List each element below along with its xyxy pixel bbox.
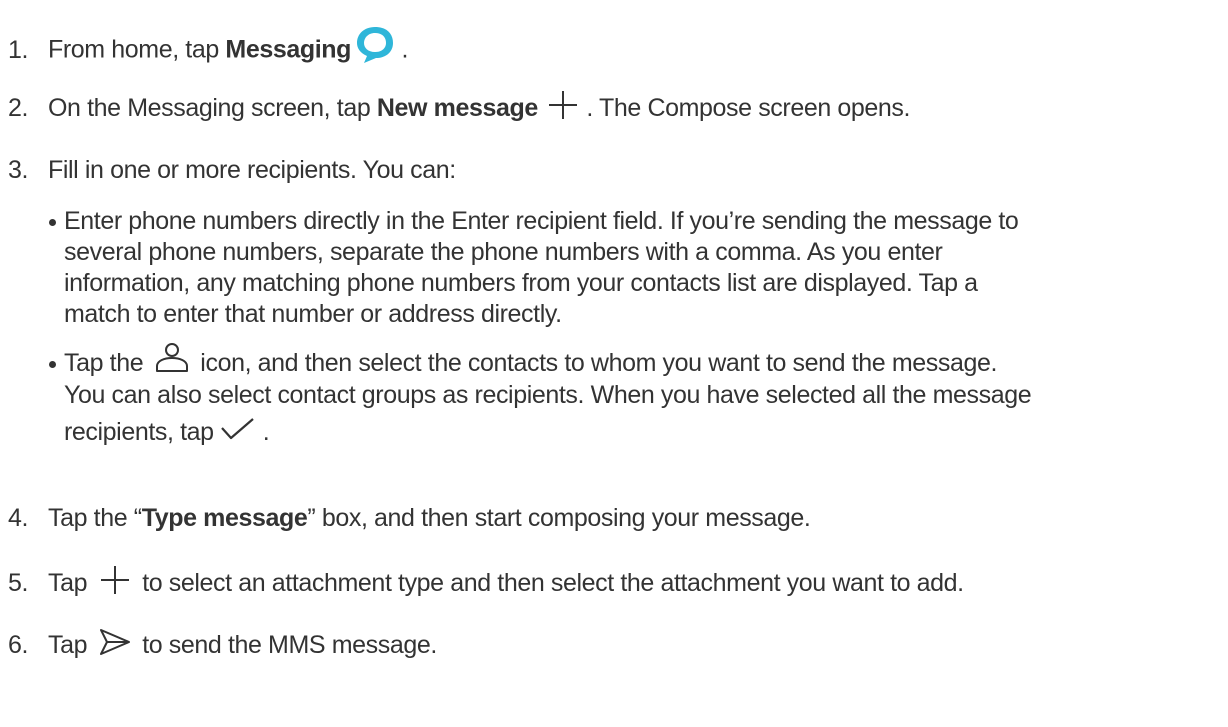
bullet-text: Tap the xyxy=(64,349,150,377)
step-number: 1. xyxy=(8,35,29,64)
step-text: Tap the “ xyxy=(48,504,142,532)
plus-icon xyxy=(98,565,132,595)
bullet-line: several phone numbers, separate the phon… xyxy=(64,238,943,266)
step-number: 5. xyxy=(8,569,29,597)
step-text-end: . The Compose screen opens. xyxy=(579,94,911,122)
step-number: 6. xyxy=(8,631,29,659)
bullet-text: . xyxy=(256,418,270,447)
step-3: 3. Fill in one or more recipients. You ca… xyxy=(8,155,456,185)
bullet-line: You can also select contact groups as re… xyxy=(64,381,1032,410)
bullet-item: Enter phone numbers directly in the Ente… xyxy=(48,206,1208,330)
step-1: 1. From home, tap Messaging . xyxy=(8,27,409,71)
step-text-end: . xyxy=(395,35,409,64)
bullet-line: information, any matching phone numbers … xyxy=(64,269,978,297)
person-icon xyxy=(152,342,192,374)
instructions-page: 1. From home, tap Messaging . 2. On the Me… xyxy=(0,0,1228,727)
bullet-text: icon, and then select the contacts to wh… xyxy=(193,349,998,377)
step-text-end: ” box, and then start composing your mes… xyxy=(307,504,811,532)
step-text: Tap xyxy=(48,569,94,597)
bullet-item: Tap the icon, and then select the contac… xyxy=(48,343,1208,448)
step-text: On the Messaging screen, tap xyxy=(48,94,377,122)
checkmark-icon xyxy=(220,417,256,443)
step-number: 3. xyxy=(8,156,29,184)
step-bold-label: Messaging xyxy=(225,35,352,64)
step-2: 2. On the Messaging screen, tap New messa… xyxy=(8,90,911,124)
send-arrow-icon xyxy=(98,628,132,656)
step-bold-label: New message xyxy=(376,94,538,122)
step-5: 5. Tap to select an attachment type and t… xyxy=(8,565,964,599)
step-text-end: to send the MMS message. xyxy=(135,631,437,659)
step-text: From home, tap xyxy=(48,35,226,64)
messaging-bubble-icon xyxy=(355,25,395,65)
bullet-line: Enter phone numbers directly in the Ente… xyxy=(64,207,1019,235)
bullet-line: match to enter that number or address di… xyxy=(64,300,562,328)
step-6: 6. Tap to send the MMS message. xyxy=(8,628,437,660)
step-text: Fill in one or more recipients. You can: xyxy=(48,156,456,184)
step-text-end: to select an attachment type and then se… xyxy=(135,569,964,597)
plus-icon xyxy=(546,90,580,120)
step-4: 4. Tap the “Type message” box, and then s… xyxy=(8,503,811,533)
bullet-text: recipients, tap xyxy=(64,418,221,447)
step-text: Tap xyxy=(48,631,94,659)
step-number: 4. xyxy=(8,504,29,532)
step-number: 2. xyxy=(8,94,29,122)
step-bold-label: Type message xyxy=(141,504,308,532)
